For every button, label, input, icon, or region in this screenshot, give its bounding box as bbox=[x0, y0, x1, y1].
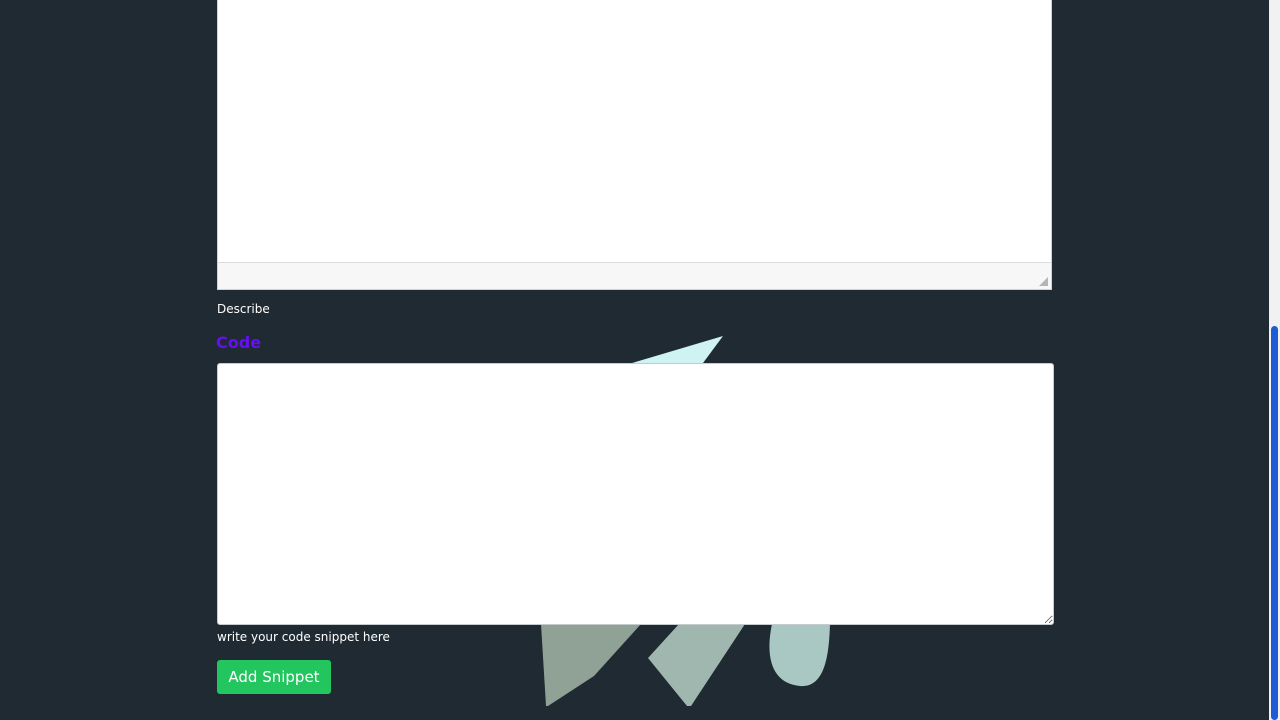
editor-resize-handle[interactable] bbox=[1039, 277, 1048, 286]
code-textarea[interactable] bbox=[217, 363, 1054, 625]
code-help-text: write your code snippet here bbox=[217, 630, 390, 644]
add-snippet-button[interactable]: Add Snippet bbox=[217, 660, 331, 694]
background-shape-left bbox=[541, 624, 641, 706]
page: Describe Code write your code snippet he… bbox=[0, 0, 1280, 720]
describe-help-text: Describe bbox=[217, 302, 270, 316]
background-shape-top bbox=[632, 336, 723, 363]
description-editor-area[interactable] bbox=[218, 0, 1051, 263]
editor-statusbar bbox=[218, 262, 1051, 289]
background-shape-drop bbox=[769, 624, 830, 687]
scrollbar-thumb[interactable] bbox=[1271, 326, 1278, 720]
page-scrollbar[interactable] bbox=[1269, 0, 1280, 720]
code-label: Code bbox=[216, 333, 262, 352]
description-editor bbox=[217, 0, 1052, 290]
background-shape-middle bbox=[648, 624, 745, 706]
